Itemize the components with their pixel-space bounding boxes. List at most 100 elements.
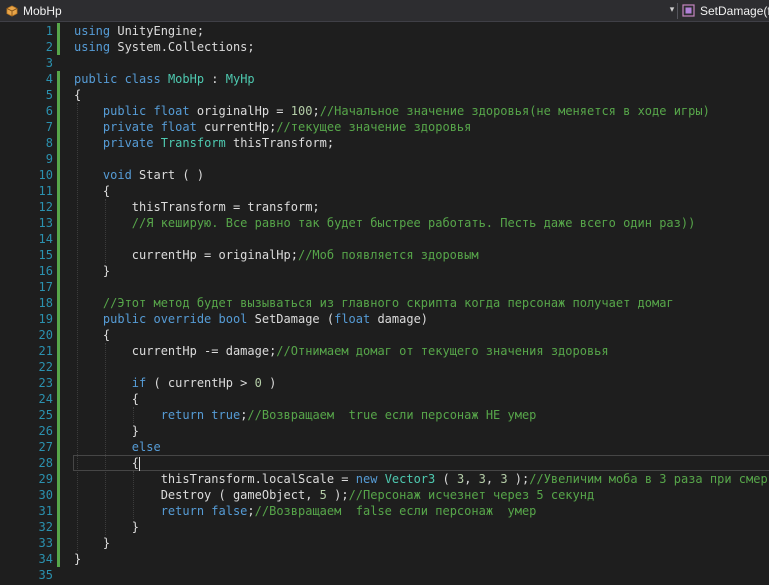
current-line-highlight <box>73 455 769 471</box>
code-text: public class MobHp : MyHp <box>74 71 255 87</box>
code-token: Start ( ) <box>131 168 205 182</box>
code-text: thisTransform = transform; <box>74 199 320 215</box>
line-number: 20 <box>38 328 53 342</box>
line-number: 9 <box>45 152 53 166</box>
code-line[interactable]: 12 thisTransform = transform; <box>0 199 769 215</box>
code-line[interactable]: 29 thisTransform.localScale = new Vector… <box>0 471 769 487</box>
line-number: 28 <box>38 456 53 470</box>
code-token: SetDamage ( <box>247 312 335 326</box>
code-text: private float currentHp;//текущее значен… <box>74 119 471 135</box>
code-token: //Начальное значение здоровья(не меняетс… <box>319 104 710 118</box>
code-token: UnityEngine; <box>110 24 205 38</box>
code-line[interactable]: 30 Destroy ( gameObject, 5 );//Персонаж … <box>0 487 769 503</box>
code-line[interactable]: 18 //Этот метод будет вызываться из глав… <box>0 295 769 311</box>
change-marker <box>57 103 60 119</box>
change-marker <box>57 535 60 551</box>
line-number: 1 <box>45 24 53 38</box>
code-line[interactable]: 14 <box>0 231 769 247</box>
code-token: 5 <box>319 488 327 502</box>
method-icon <box>682 4 695 17</box>
change-marker <box>57 359 60 375</box>
code-line[interactable]: 11 { <box>0 183 769 199</box>
code-line[interactable]: 33 } <box>0 535 769 551</box>
code-line[interactable]: 20 { <box>0 327 769 343</box>
line-number: 14 <box>38 232 53 246</box>
change-marker <box>57 247 60 263</box>
code-line[interactable]: 8 private Transform thisTransform; <box>0 135 769 151</box>
code-line[interactable]: 31 return false;//Возвращаем false если … <box>0 503 769 519</box>
code-line[interactable]: 4 public class MobHp : MyHp <box>0 71 769 87</box>
code-token: MobHp <box>167 72 205 86</box>
line-number: 3 <box>45 56 53 70</box>
code-token: , <box>464 472 479 486</box>
code-line[interactable]: 5{ <box>0 87 769 103</box>
change-marker <box>57 119 60 135</box>
code-line[interactable]: 2 using System.Collections; <box>0 39 769 55</box>
code-line[interactable]: 9 <box>0 151 769 167</box>
code-line[interactable]: 24 { <box>0 391 769 407</box>
code-token: //Я кеширую. Все равно так будет быстрее… <box>131 216 696 230</box>
line-number: 12 <box>38 200 53 214</box>
code-line[interactable]: 19 public override bool SetDamage (float… <box>0 311 769 327</box>
code-line[interactable]: 27 else <box>0 439 769 455</box>
change-marker <box>57 487 60 503</box>
code-token: ; <box>247 504 255 518</box>
code-line[interactable]: 21 currentHp -= damage;//Отнимаем домаг … <box>0 343 769 359</box>
code-token: ); <box>507 472 530 486</box>
code-line[interactable]: 15 currentHp = originalHp;//Моб появляет… <box>0 247 769 263</box>
code-text: using UnityEngine; <box>74 23 204 39</box>
change-marker <box>57 71 60 87</box>
line-number: 5 <box>45 88 53 102</box>
code-text: thisTransform.localScale = new Vector3 (… <box>74 471 769 487</box>
code-token: //Возвращаем true если персонаж НЕ умер <box>247 408 537 422</box>
code-text: return true;//Возвращаем true если персо… <box>74 407 537 423</box>
chevron-down-icon[interactable]: ▾ <box>667 1 677 20</box>
code-token: using <box>74 24 111 38</box>
code-line[interactable]: 25 return true;//Возвращаем true если пе… <box>0 407 769 423</box>
code-token: { <box>74 88 82 102</box>
code-text: if ( currentHp > 0 ) <box>74 375 277 391</box>
code-line[interactable]: 17 <box>0 279 769 295</box>
code-line[interactable]: 32 } <box>0 519 769 535</box>
change-marker <box>57 279 60 295</box>
code-token: MyHp <box>225 72 255 86</box>
code-text: public float originalHp = 100;//Начально… <box>74 103 710 119</box>
code-token: } <box>74 552 82 566</box>
line-number: 7 <box>45 120 53 134</box>
code-token: ( <box>435 472 457 486</box>
code-line[interactable]: 26 } <box>0 423 769 439</box>
line-number: 18 <box>38 296 53 310</box>
code-line[interactable]: 13 //Я кеширую. Все равно так будет быст… <box>0 215 769 231</box>
code-text: currentHp -= damage;//Отнимаем домаг от … <box>74 343 609 359</box>
code-line[interactable]: 6 public float originalHp = 100;//Началь… <box>0 103 769 119</box>
code-editor[interactable]: 1 using UnityEngine; 2 using System.Collect… <box>0 22 769 585</box>
member-dropdown[interactable]: SetDamage(fl <box>680 1 769 20</box>
code-token: 3 <box>478 472 486 486</box>
code-line[interactable]: 7 private float currentHp;//текущее знач… <box>0 119 769 135</box>
code-line[interactable]: 3 <box>0 55 769 71</box>
code-text: { <box>74 87 81 103</box>
code-text: using System.Collections; <box>74 39 255 55</box>
line-number: 19 <box>38 312 53 326</box>
line-number: 11 <box>38 184 53 198</box>
code-line[interactable]: 34} <box>0 551 769 567</box>
code-text: } <box>74 551 81 567</box>
line-number: 13 <box>38 216 53 230</box>
code-line[interactable]: 35 <box>0 567 769 583</box>
code-line[interactable]: 16 } <box>0 263 769 279</box>
code-text: } <box>74 423 139 439</box>
class-dropdown[interactable]: MobHp <box>0 1 663 20</box>
code-line[interactable]: 10 void Start ( ) <box>0 167 769 183</box>
code-token: public float <box>102 104 190 118</box>
code-line[interactable]: 1 using UnityEngine; <box>0 23 769 39</box>
code-line[interactable]: 28 { <box>0 455 769 471</box>
code-line[interactable]: 23 if ( currentHp > 0 ) <box>0 375 769 391</box>
code-line[interactable]: 22 <box>0 359 769 375</box>
